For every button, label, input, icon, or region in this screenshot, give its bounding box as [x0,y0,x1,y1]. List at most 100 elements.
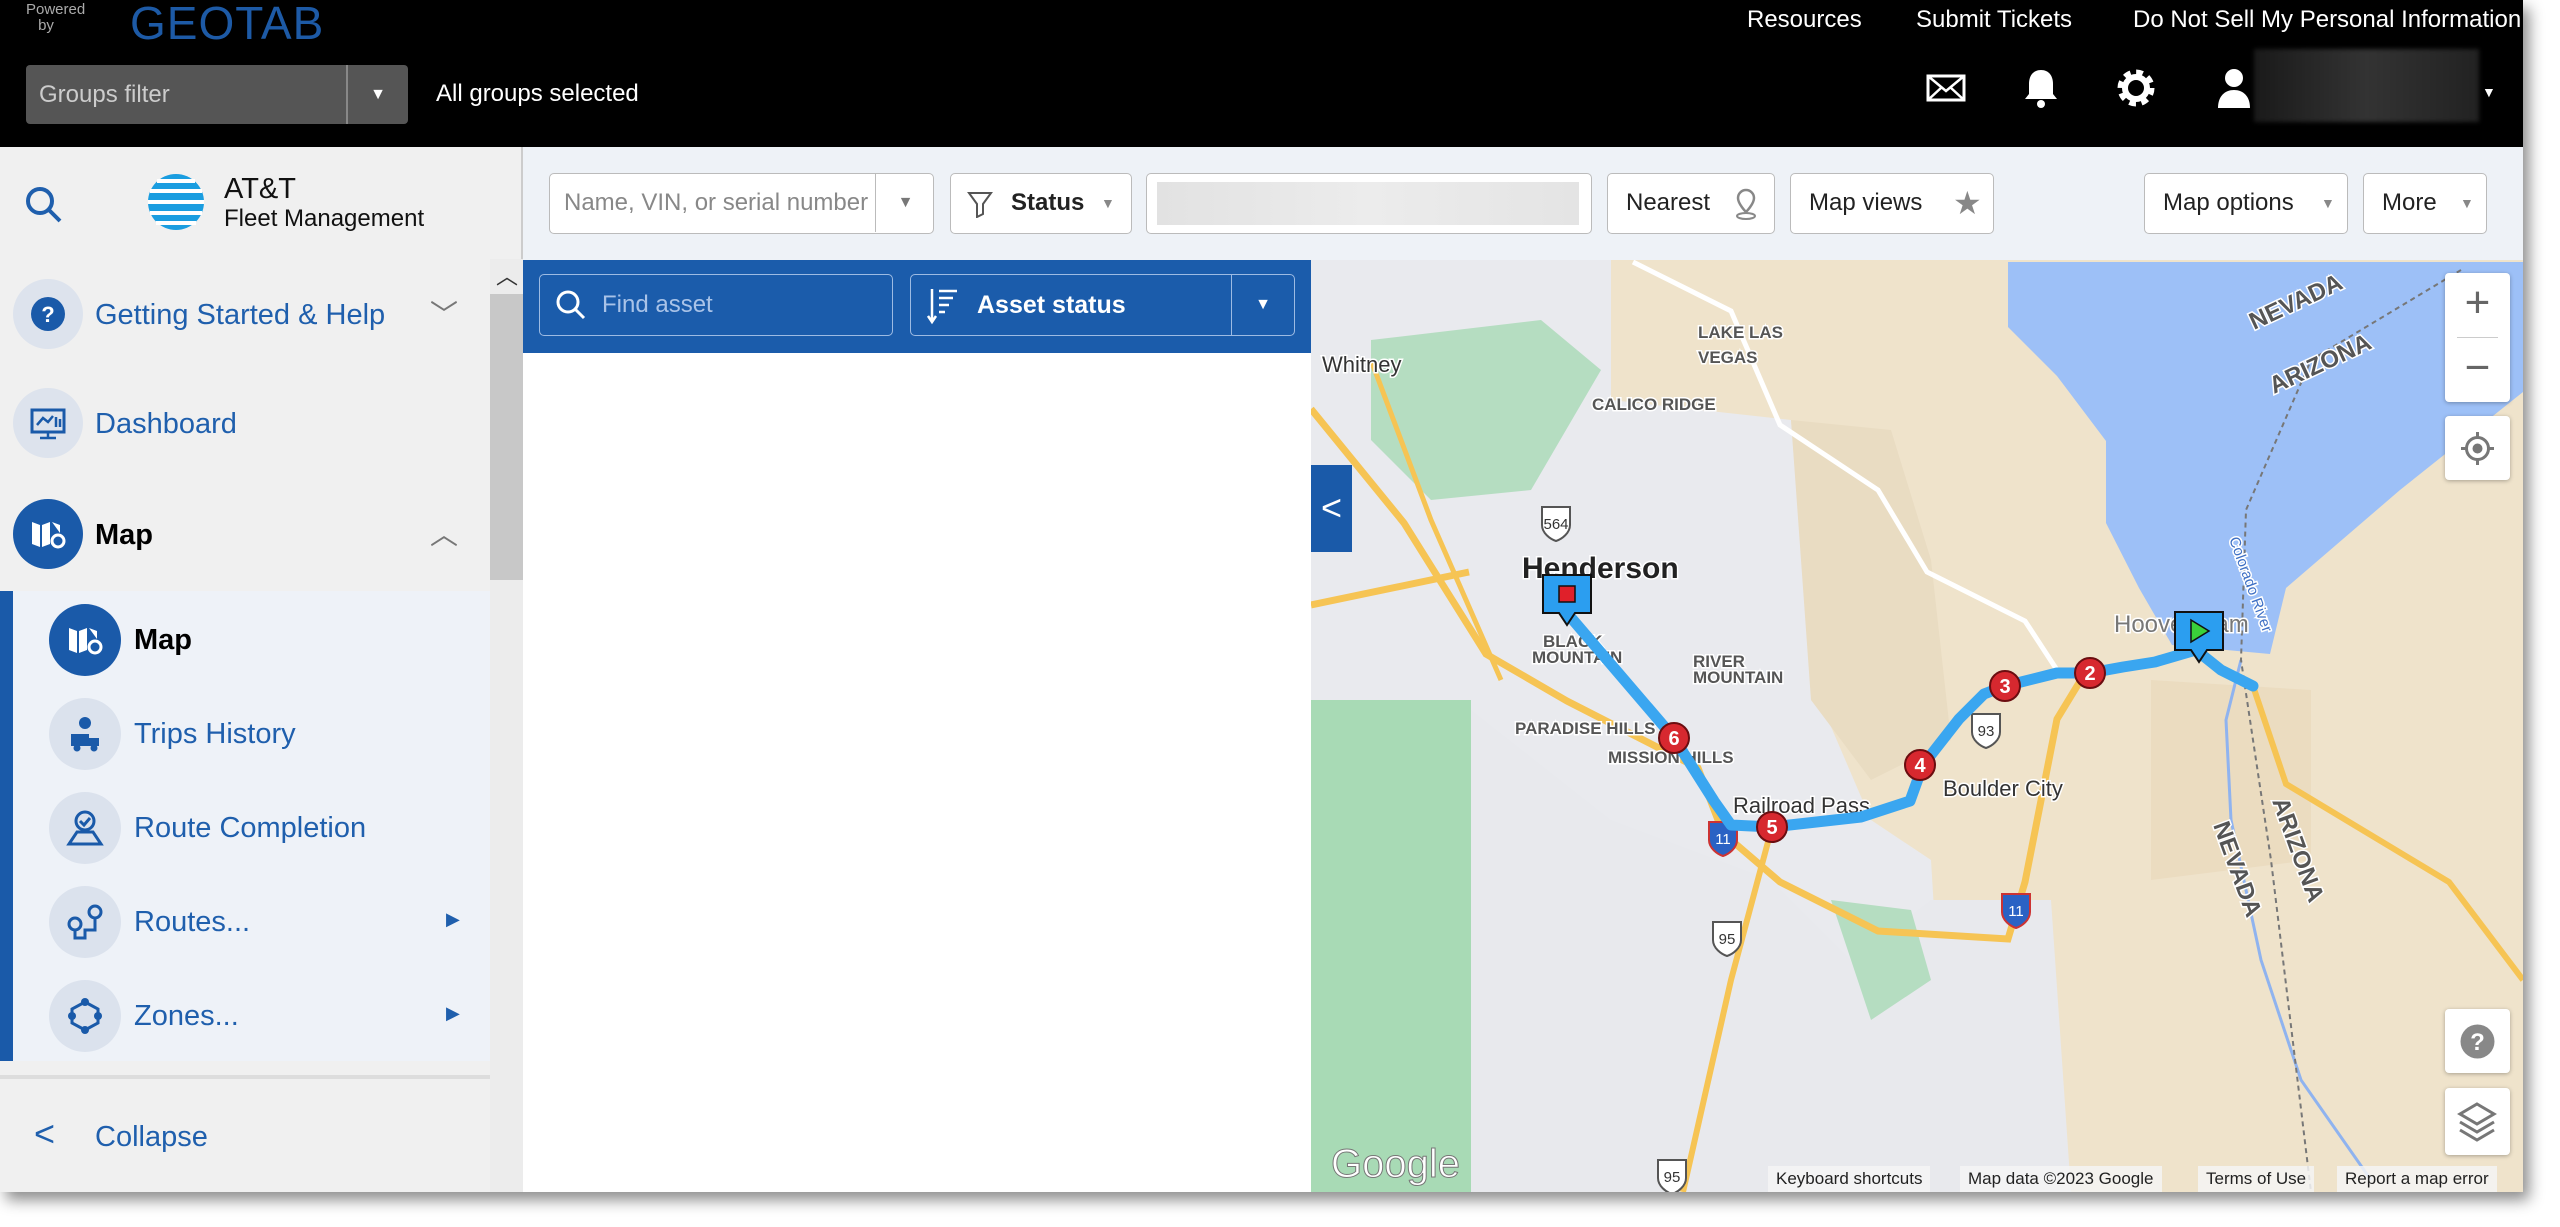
stop-marker[interactable]: 2 [2074,657,2106,689]
submenu-arrow-icon: ▶ [446,1003,460,1023]
map-data-attribution: Map data ©2023 Google [1960,1166,2162,1192]
highway-shield: 11 [2001,893,2031,930]
sidebar-subitem-map[interactable]: Map [0,593,490,687]
att-globe-logo [148,174,204,230]
keyboard-shortcuts-link[interactable]: Keyboard shortcuts [1768,1166,1931,1192]
sidebar-subitem-label: Route Completion [134,812,367,844]
trip-start-marker[interactable] [1542,574,1592,627]
sidebar-subitem-route-completion[interactable]: Route Completion [0,781,490,875]
sidebar-subitem-zones[interactable]: Zones... ▶ [0,969,490,1063]
stop-number: 5 [1766,817,1777,839]
asset-sort-label: Asset status [977,291,1126,319]
user-menu-caret[interactable]: ▼ [2482,84,2496,100]
app-window: Powered by GEOTAB Resources Submit Ticke… [0,0,2523,1192]
park-area [1311,700,1471,1192]
scroll-up-icon[interactable]: ︿ [496,259,518,291]
zoom-controls: + − [2445,273,2510,402]
google-logo: Google [1331,1142,1460,1186]
map-layers-button[interactable] [2445,1088,2510,1155]
groups-filter[interactable]: Groups filter ▼ [26,65,408,124]
redacted-input[interactable] [1146,173,1592,234]
user-icon[interactable] [2210,64,2258,112]
asset-search-dropdown[interactable]: ▼ [875,174,935,232]
crosshair-icon [2461,432,2494,465]
mail-icon[interactable] [1922,64,1970,112]
nearest-button[interactable]: Nearest [1607,173,1775,234]
map-label: Whitney [1322,352,1401,377]
chevron-left-icon: < [34,1113,56,1154]
chevron-down-icon[interactable]: ﹀ [430,293,458,333]
svg-text:95: 95 [1664,1169,1681,1186]
svg-text:93: 93 [1978,723,1995,740]
stop-number: 6 [1668,728,1679,750]
map-label: MOUNTAIN [1693,668,1783,687]
sidebar: AT&T Fleet Management ? Getting Started … [0,147,523,1192]
highway-shield: 93 [1971,713,2001,750]
do-not-sell-link[interactable]: Do Not Sell My Personal Information [2133,6,2521,34]
location-pin-icon [1736,188,1756,220]
bell-icon[interactable] [2017,64,2065,112]
svg-text:11: 11 [1715,831,1731,848]
sidebar-subitem-label: Trips History [134,718,296,750]
asset-search-placeholder: Name, VIN, or serial number [564,189,869,216]
map-icon [49,604,121,676]
help-button[interactable]: ? [2445,1009,2510,1073]
map-layer[interactable]: WhitneyLAKE LASVEGASCALICO RIDGEHenderso… [1311,260,2523,1192]
sidebar-item-getting-started[interactable]: ? Getting Started & Help ﹀ [0,269,490,359]
stop-marker[interactable]: 4 [1904,749,1936,781]
brand-line1: AT&T [224,173,296,205]
map-options-label: Map options [2163,189,2294,216]
collapse-panel-button[interactable]: < [1311,465,1352,552]
sidebar-scrollbar[interactable]: ︿ ﹀ [490,259,523,1192]
search-icon[interactable] [22,183,66,227]
groups-filter-placeholder: Groups filter [39,81,170,108]
chevron-up-icon[interactable]: ︿ [430,513,458,553]
stop-marker[interactable]: 5 [1756,811,1788,843]
map-views-button[interactable]: Map views ★ [1790,173,1994,234]
question-icon: ? [2460,1024,2495,1059]
terms-of-use-link[interactable]: Terms of Use [2198,1166,2315,1192]
map-options-button[interactable]: Map options ▼ [2144,173,2348,234]
find-asset-input[interactable]: Find asset [539,274,893,336]
asset-sort-dropdown[interactable]: ▼ [1231,275,1294,335]
asset-panel-header: Find asset Asset status ▼ [523,260,1311,353]
svg-text:564: 564 [1543,516,1568,533]
divider [0,1075,490,1079]
groups-filter-dropdown-button[interactable]: ▼ [346,65,408,124]
status-filter-button[interactable]: Status ▼ [950,173,1132,234]
scroll-down-icon[interactable]: ﹀ [496,1189,518,1192]
trips-icon [49,698,121,770]
my-location-button[interactable] [2445,416,2510,480]
user-name-redacted[interactable] [2254,49,2479,122]
map-label: CALICO RIDGE [1592,395,1716,414]
resources-link[interactable]: Resources [1747,6,1862,34]
more-button[interactable]: More ▼ [2363,173,2487,234]
stop-marker[interactable]: 6 [1658,722,1690,754]
nearest-label: Nearest [1626,189,1711,216]
stop-number: 2 [2084,663,2095,685]
report-map-error-link[interactable]: Report a map error [2337,1166,2497,1192]
sidebar-subitem-label: Zones... [134,1000,239,1032]
collapse-button[interactable]: < Collapse [0,1097,490,1177]
caret-icon: ▼ [2321,195,2335,211]
redacted-value [1157,182,1579,225]
sidebar-subitem-routes[interactable]: Routes... ▶ [0,875,490,969]
svg-text:95: 95 [1719,931,1736,948]
zoom-in-button[interactable]: + [2445,273,2510,337]
zoom-out-button[interactable]: − [2445,338,2510,402]
scrollbar-thumb[interactable] [490,294,523,580]
sidebar-subitem-trips-history[interactable]: Trips History [0,687,490,781]
highway-shield: 95 [1712,921,1742,958]
gear-icon[interactable] [2112,64,2160,112]
sidebar-item-map[interactable]: Map ︿ [0,489,490,579]
find-asset-placeholder: Find asset [602,291,713,318]
asset-search-input[interactable]: Name, VIN, or serial number ▼ [549,173,934,234]
submit-tickets-link[interactable]: Submit Tickets [1916,6,2072,34]
top-bar: Powered by GEOTAB Resources Submit Ticke… [0,0,2523,147]
stop-marker[interactable]: 3 [1989,670,2021,702]
map-canvas[interactable]: Whitney LAKE LAS VEGAS CALICO RIDGE Henderso… [1311,260,2523,1192]
stop-number: 3 [1999,676,2010,698]
sidebar-item-dashboard[interactable]: Dashboard [0,378,490,468]
asset-sort-select[interactable]: Asset status ▼ [910,274,1295,336]
park-area [1371,320,1601,500]
